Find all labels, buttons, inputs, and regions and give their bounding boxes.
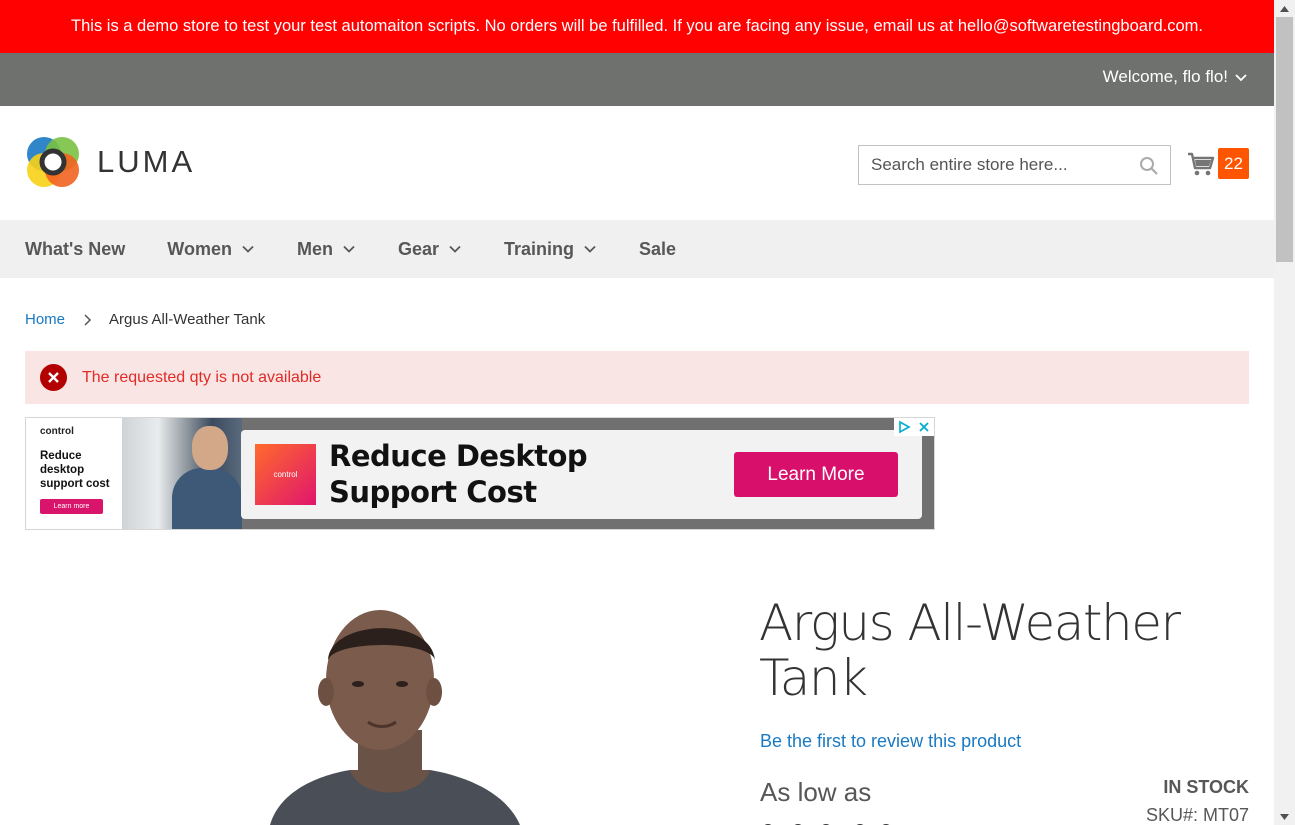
ad-card-logo: control — [255, 444, 316, 505]
main-navigation: What's New Women Men Gear Training Sale — [0, 220, 1274, 278]
search-box — [858, 145, 1171, 185]
search-icon[interactable] — [1139, 156, 1159, 176]
top-bar: Welcome, flo flo! — [0, 53, 1274, 106]
scroll-down-button[interactable] — [1274, 808, 1295, 825]
luma-logo-icon — [27, 137, 79, 187]
ad-photo — [122, 418, 242, 529]
chevron-right-icon — [84, 313, 92, 326]
ad-side-panel: control Reduce desktop support cost Lear… — [26, 418, 122, 529]
nav-item-women[interactable]: Women — [167, 239, 255, 260]
chevron-down-icon — [449, 245, 461, 253]
ad-headline: Reduce Desktop Support Cost — [329, 439, 588, 509]
product-image[interactable] — [240, 600, 540, 825]
breadcrumb-home-link[interactable]: Home — [25, 311, 65, 328]
demo-store-banner: This is a demo store to test your test a… — [0, 0, 1274, 53]
close-icon[interactable] — [917, 420, 931, 434]
ad-small-button[interactable]: Learn more — [40, 499, 103, 514]
ad-card-logo-text: control — [273, 470, 298, 479]
welcome-text: Welcome, flo flo! — [1102, 67, 1228, 86]
stock-status: IN STOCK — [1163, 777, 1249, 797]
breadcrumb: Home Argus All-Weather Tank — [25, 311, 265, 328]
scroll-up-button[interactable] — [1274, 0, 1295, 17]
product-title: Argus All-Weather Tank — [759, 594, 1181, 707]
price-digits-cutoff — [764, 824, 890, 825]
page: This is a demo store to test your test a… — [0, 0, 1295, 825]
scrollbar-thumb[interactable] — [1276, 17, 1293, 262]
error-message: The requested qty is not available — [25, 351, 1249, 404]
nav-label: Training — [504, 238, 575, 259]
nav-item-men[interactable]: Men — [297, 239, 356, 260]
sku-value: MT07 — [1202, 805, 1249, 825]
advertisement-banner[interactable]: control Reduce desktop support cost Lear… — [25, 417, 935, 530]
ad-choices[interactable] — [894, 418, 934, 436]
nav-label: Gear — [397, 238, 439, 259]
breadcrumb-current: Argus All-Weather Tank — [109, 311, 266, 328]
nav-item-whats-new[interactable]: What's New — [25, 239, 125, 260]
nav-item-training[interactable]: Training — [504, 239, 597, 260]
chevron-down-icon — [584, 245, 596, 253]
ad-learn-more-button[interactable]: Learn More — [734, 452, 898, 497]
nav-label: Sale — [639, 238, 677, 259]
error-message-text: The requested qty is not available — [82, 368, 322, 386]
demo-banner-text: This is a demo store to test your test a… — [71, 17, 1203, 35]
error-icon — [40, 364, 67, 391]
price-label: As low as — [760, 777, 872, 807]
ad-small-text: Reduce desktop support cost — [40, 450, 110, 490]
minicart-button[interactable]: 22 — [1187, 148, 1249, 179]
shopping-cart-icon — [1188, 152, 1215, 175]
chevron-down-icon — [1235, 74, 1247, 82]
arrow-up-icon — [1280, 5, 1289, 12]
price-partial — [760, 815, 900, 825]
nav-label: Women — [167, 238, 232, 259]
nav-item-sale[interactable]: Sale — [639, 239, 676, 260]
sku-label: SKU#: — [1145, 805, 1198, 825]
sku: SKU#: MT07 — [1146, 805, 1249, 825]
chevron-down-icon — [242, 245, 254, 253]
review-link[interactable]: Be the first to review this product — [760, 731, 1021, 752]
adchoices-icon[interactable] — [897, 420, 911, 434]
nav-item-gear[interactable]: Gear — [398, 239, 462, 260]
ad-brand-logo: control — [40, 426, 74, 437]
vertical-scrollbar[interactable] — [1274, 0, 1295, 825]
header: LUMA 22 — [0, 106, 1274, 220]
nav-label: Men — [296, 238, 333, 259]
chevron-down-icon — [343, 245, 355, 253]
luma-logo[interactable]: LUMA — [25, 134, 195, 190]
nav-label: What's New — [25, 238, 126, 259]
product-photo — [240, 600, 540, 825]
logo-text: LUMA — [97, 144, 196, 179]
arrow-down-icon — [1280, 813, 1289, 820]
cart-count-badge: 22 — [1218, 148, 1249, 179]
search-input[interactable] — [859, 146, 1129, 184]
ad-card: control Reduce Desktop Support Cost Lear… — [241, 430, 922, 519]
welcome-dropdown[interactable]: Welcome, flo flo! — [1103, 67, 1248, 87]
